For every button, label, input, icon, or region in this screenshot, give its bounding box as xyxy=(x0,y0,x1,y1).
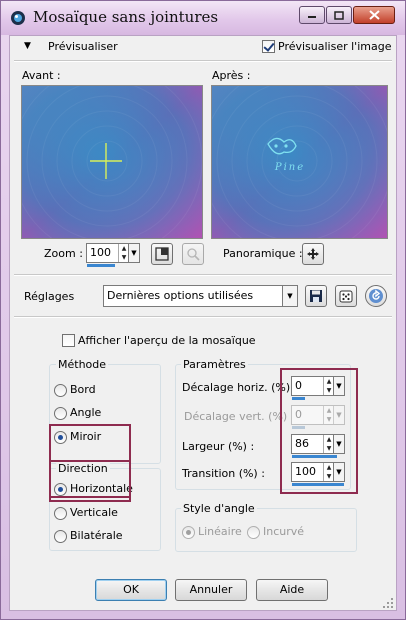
magnifier-icon xyxy=(187,248,200,261)
corner-style-title: Style d'angle xyxy=(181,502,257,515)
tile-preview-label: Afficher l'aperçu de la mosaïque xyxy=(78,334,256,347)
v-offset-label: Décalage vert. (%) : xyxy=(184,410,295,423)
dialog-window: Mosaïque sans jointures ▼ Prévisualiser … xyxy=(0,0,406,620)
direction-vertical-label: Verticale xyxy=(70,506,118,519)
minimize-button[interactable] xyxy=(299,6,325,24)
corner-linear-radio xyxy=(182,526,195,539)
presets-label: Réglages xyxy=(24,290,75,303)
method-angle-label: Angle xyxy=(70,406,102,419)
title-bar[interactable]: Mosaïque sans jointures xyxy=(1,1,405,35)
dialog-client: ▼ Prévisualiser Prévisualiser l'image Av… xyxy=(9,35,397,611)
zoom-label: Zoom : xyxy=(44,247,83,260)
zoom-field[interactable]: 100 ▲ ▼ ▼ xyxy=(86,243,140,267)
zoom-fit-icon xyxy=(155,247,169,261)
move-icon xyxy=(307,248,319,260)
before-label: Avant : xyxy=(22,69,61,82)
zoom-tool-button[interactable] xyxy=(182,243,204,265)
preview-toggle-label[interactable]: Prévisualiser xyxy=(48,40,118,53)
zoom-fit-button[interactable] xyxy=(151,243,173,265)
method-title: Méthode xyxy=(56,358,109,371)
highlight-box-direction xyxy=(49,460,131,498)
close-button[interactable] xyxy=(353,6,395,24)
cancel-button[interactable]: Annuler xyxy=(175,579,247,601)
ok-button[interactable]: OK xyxy=(95,579,167,601)
before-preview[interactable] xyxy=(21,85,203,239)
maximize-icon xyxy=(334,10,344,20)
zoom-dropdown-icon[interactable]: ▼ xyxy=(128,244,139,262)
app-icon xyxy=(11,11,25,25)
presets-dropdown-icon[interactable]: ▼ xyxy=(282,286,297,306)
direction-vertical-radio[interactable] xyxy=(54,507,67,520)
presets-value: Dernières options utilisées xyxy=(107,289,254,302)
after-preview[interactable]: Pine xyxy=(211,85,388,239)
zoom-bar xyxy=(87,264,115,267)
divider xyxy=(14,274,392,276)
presets-dropdown[interactable]: Dernières options utilisées ▼ xyxy=(103,285,298,307)
preview-image-label: Prévisualiser l'image xyxy=(278,40,392,53)
resize-grip-icon[interactable] xyxy=(382,597,394,609)
save-icon xyxy=(310,290,322,302)
highlight-box-params xyxy=(280,368,358,494)
zoom-value: 100 xyxy=(90,246,111,259)
divider xyxy=(14,60,392,62)
dice-icon xyxy=(339,290,353,303)
reset-button[interactable] xyxy=(365,285,387,307)
method-angle-radio[interactable] xyxy=(54,407,67,420)
pan-button[interactable] xyxy=(302,243,324,265)
after-label: Après : xyxy=(212,69,251,82)
save-preset-button[interactable] xyxy=(305,285,327,307)
direction-bilateral-radio[interactable] xyxy=(54,530,67,543)
tile-preview-checkbox[interactable] xyxy=(62,334,75,347)
divider xyxy=(14,316,392,318)
preview-image-checkbox[interactable] xyxy=(262,40,275,53)
params-title: Paramètres xyxy=(181,358,248,371)
maximize-button[interactable] xyxy=(326,6,352,24)
collapse-arrow-icon[interactable]: ▼ xyxy=(24,41,31,51)
method-bord-radio[interactable] xyxy=(54,384,67,397)
corner-linear-label: Linéaire xyxy=(198,525,242,538)
window-title: Mosaïque sans jointures xyxy=(33,8,219,26)
minimize-icon xyxy=(308,16,316,18)
method-bord-label: Bord xyxy=(70,383,96,396)
corner-curved-radio xyxy=(247,526,260,539)
help-button[interactable]: Aide xyxy=(256,579,328,601)
pan-label: Panoramique : xyxy=(223,247,303,260)
direction-bilateral-label: Bilatérale xyxy=(70,529,123,542)
close-icon xyxy=(368,10,380,20)
reset-icon xyxy=(369,289,383,303)
watermark-text: Pine xyxy=(274,162,305,173)
corner-curved-label: Incurvé xyxy=(263,525,305,538)
transition-label: Transition (%) : xyxy=(182,467,265,480)
after-preview-image: Pine xyxy=(212,86,387,238)
before-preview-image xyxy=(22,86,202,238)
randomize-button[interactable] xyxy=(335,285,357,307)
width-label: Largeur (%) : xyxy=(182,440,255,453)
